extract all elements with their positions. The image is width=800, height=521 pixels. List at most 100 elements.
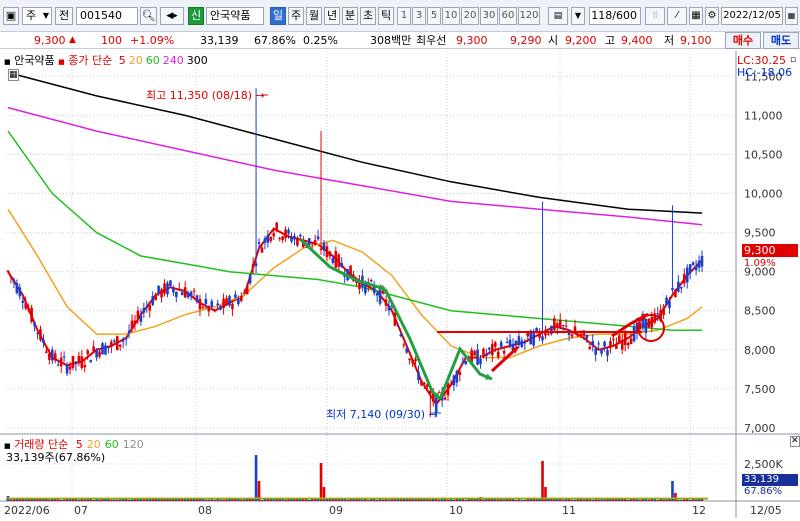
candle-body — [68, 366, 72, 370]
volume-bar — [331, 499, 335, 501]
volume-bar — [626, 499, 630, 501]
prev-button[interactable]: 전 — [55, 7, 73, 25]
candle-body — [316, 236, 320, 240]
interval-menu-icon[interactable]: ▤ — [548, 7, 568, 25]
volume-bar — [700, 499, 704, 501]
interval-button[interactable]: 30 — [480, 7, 498, 25]
x-tick-label: 12 — [692, 504, 706, 517]
volume-bar — [118, 499, 122, 501]
volume-bar — [594, 499, 597, 501]
volume-panel-name: 거래량 — [14, 438, 45, 451]
low-annotation-text: 최저 7,140 (09/30) — [326, 408, 426, 421]
volume-bar — [361, 499, 364, 501]
candle-body — [682, 274, 686, 284]
interval-button[interactable]: 10 — [442, 7, 460, 25]
market-select[interactable]: 주 ▼ — [22, 7, 52, 25]
candle-body — [423, 383, 426, 385]
candle-body — [257, 242, 261, 244]
candle-body — [508, 339, 512, 346]
period-tab[interactable]: 초 — [360, 7, 376, 25]
search-icon[interactable]: 🔍︎ — [140, 7, 157, 25]
volume-bar — [674, 493, 677, 501]
period-tab[interactable]: 틱 — [378, 7, 394, 25]
volume-current-tag: 33,139 — [742, 474, 798, 486]
candle-body — [547, 333, 550, 335]
volume-bar — [242, 499, 246, 501]
volume-bar — [98, 499, 101, 501]
volume-bar — [180, 499, 184, 501]
volume-bar — [346, 499, 349, 501]
code-input[interactable]: 001540 — [76, 7, 138, 25]
candle-body — [612, 339, 615, 341]
period-tab[interactable]: 분 — [342, 7, 358, 25]
period-tab[interactable]: 년 — [324, 7, 340, 25]
candle-body — [396, 325, 400, 327]
volume-bar — [677, 499, 680, 501]
candle-body — [697, 260, 701, 268]
date-field[interactable]: 2022/12/05 — [721, 7, 783, 25]
candle-body — [520, 340, 524, 347]
ma-legend-item: 300 — [186, 54, 208, 67]
table-icon[interactable]: ▦ — [8, 69, 19, 81]
candle-body — [615, 344, 618, 349]
panel-menu-icon[interactable]: ▫ — [790, 54, 796, 67]
period-tab[interactable]: 주 — [288, 7, 304, 25]
candle-body — [254, 263, 258, 267]
buy-button[interactable]: 매수 — [725, 32, 761, 49]
stock-name-field[interactable]: 안국약품 — [206, 7, 264, 25]
close-icon[interactable]: ✕ — [790, 436, 800, 447]
candle-body — [449, 384, 453, 386]
candle-body — [650, 317, 654, 328]
candle-type-icon[interactable]: ⫶⫶ — [645, 7, 665, 25]
interval-dropdown-icon[interactable]: ▼ — [571, 7, 585, 25]
volume-bar — [319, 463, 323, 501]
interval-button[interactable]: 5 — [427, 7, 441, 25]
x-tick-label: 07 — [74, 504, 88, 517]
y-tick-label: 7,000 — [744, 422, 776, 435]
period-tab[interactable]: 일 — [270, 7, 286, 25]
volume-bar — [113, 499, 116, 501]
low-annotation: 최저 7,140 (09/30) → — [326, 408, 438, 421]
candle-body — [393, 312, 397, 326]
candle-body — [15, 283, 19, 293]
volume-bar — [48, 499, 51, 501]
layout-icon[interactable]: ▣ — [3, 7, 19, 25]
candle-body — [597, 343, 600, 345]
candle-body — [647, 318, 651, 328]
interval-button[interactable]: 120 — [518, 7, 540, 25]
candle-body — [570, 334, 574, 337]
volume-bar — [570, 499, 574, 501]
volume-bar — [603, 499, 606, 501]
candle-body — [115, 336, 119, 351]
candle-body — [281, 236, 284, 241]
candle-body — [180, 292, 184, 296]
speaker-icon[interactable]: ◀▸ — [160, 7, 184, 25]
candle-body — [585, 334, 589, 339]
gear-icon[interactable]: ⚙ — [705, 7, 719, 25]
candle-body — [237, 298, 240, 305]
candle-body — [479, 358, 482, 365]
candle-body — [334, 250, 338, 268]
sell-button[interactable]: 매도 — [763, 32, 799, 49]
candle-body — [207, 306, 211, 312]
grid-icon[interactable]: ▦ — [689, 7, 703, 25]
interval-button[interactable]: 20 — [461, 7, 479, 25]
data-count[interactable]: 118/600 — [589, 7, 641, 25]
volume-bar — [127, 499, 131, 501]
line-tool-icon[interactable]: ⁄ — [667, 7, 687, 25]
interval-button[interactable]: 1 — [397, 7, 411, 25]
candle-body — [594, 348, 597, 355]
period-tab[interactable]: 월 — [306, 7, 322, 25]
chart-area[interactable]: 11,500 11,000 10,500 10,000 9,500 9,000 8,500 8… — [0, 49, 800, 518]
candle-body — [629, 338, 633, 345]
volume-ma-label: 단순 — [48, 438, 69, 451]
calendar-icon[interactable]: ▦ — [785, 7, 798, 25]
candle-body — [369, 280, 373, 282]
bid-price: 9,290 — [510, 34, 542, 47]
volume-bar — [520, 499, 524, 501]
interval-button[interactable]: 3 — [412, 7, 426, 25]
candle-body — [33, 322, 36, 327]
volume-bar — [381, 499, 385, 501]
y-tick-label: 10,000 — [744, 188, 783, 201]
interval-button[interactable]: 60 — [499, 7, 517, 25]
